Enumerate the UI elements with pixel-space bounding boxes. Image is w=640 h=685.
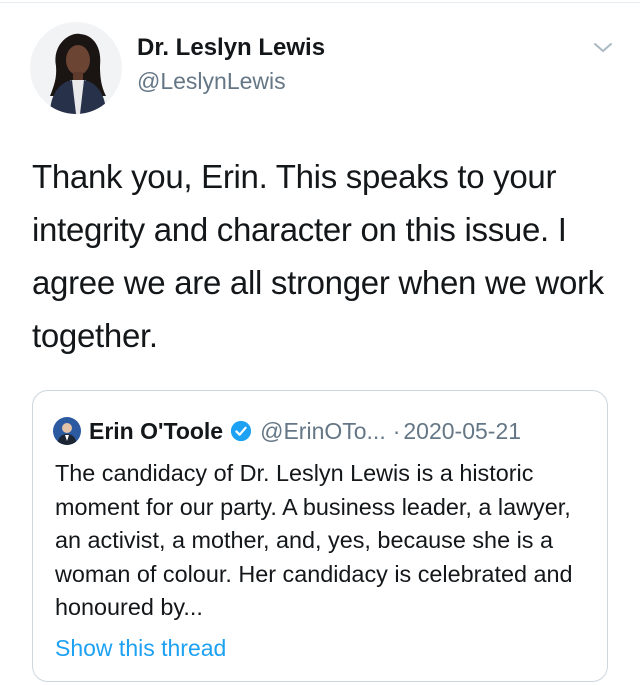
author-handle[interactable]: @LeslynLewis [137,66,325,96]
avatar-photo [30,22,122,114]
divider [0,2,640,3]
quoted-tweet-date: 2020-05-21 [403,417,522,444]
quoted-tweet-text: The candidacy of Dr. Leslyn Lewis is a h… [55,460,573,620]
separator-dot: · [392,417,401,444]
author-name[interactable]: Dr. Leslyn Lewis [137,33,325,63]
show-thread-link[interactable]: Show this thread [55,635,226,662]
quoted-author-avatar [53,417,81,445]
author-avatar[interactable] [30,22,122,114]
chevron-down-icon[interactable] [592,40,614,56]
quoted-tweet-header: Erin O'Toole @ErinOTo... · 2020-05-21 [53,416,521,446]
quoted-author-handle: @ErinOTo... [260,417,386,444]
verified-badge-icon [231,420,252,442]
quoted-author-name: Erin O'Toole [89,417,224,444]
quoted-tweet[interactable]: Erin O'Toole @ErinOTo... · 2020-05-21 Th… [32,390,608,682]
tweet: Dr. Leslyn Lewis @LeslynLewis Thank you,… [0,0,640,685]
tweet-text: Thank you, Erin. This speaks to your int… [32,158,604,354]
author-info: Dr. Leslyn Lewis @LeslynLewis [137,33,325,96]
